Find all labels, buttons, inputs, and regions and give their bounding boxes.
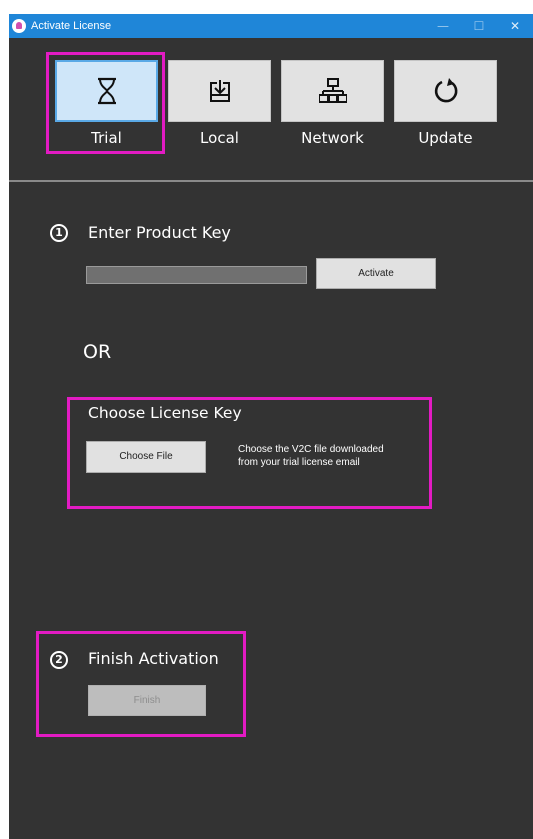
finish-button[interactable]: Finish <box>88 685 206 716</box>
refresh-icon <box>434 78 457 103</box>
license-file-hint-line-2: from your trial license email <box>238 457 360 468</box>
tab-local-label: Local <box>200 129 239 147</box>
activate-license-window: Activate License — ☐ ✕ Trial Local Netwo… <box>9 14 533 839</box>
tab-update[interactable]: Update <box>394 60 497 168</box>
tab-update-label: Update <box>418 129 473 147</box>
window-title: Activate License <box>31 20 112 32</box>
title-bar[interactable]: Activate License — ☐ ✕ <box>9 14 533 38</box>
license-type-tabs: Trial Local Network Update <box>9 38 533 180</box>
download-to-tray-icon <box>209 80 230 102</box>
network-icon <box>318 78 347 103</box>
tab-trial[interactable]: Trial <box>55 60 158 168</box>
tab-trial-label: Trial <box>91 129 122 147</box>
tab-local[interactable]: Local <box>168 60 271 168</box>
product-key-input[interactable] <box>86 266 307 284</box>
step-2-badge: 2 <box>50 651 68 669</box>
tab-network-label: Network <box>301 129 364 147</box>
step-1-badge: 1 <box>50 224 68 242</box>
finish-activation-heading: Finish Activation <box>88 649 219 668</box>
tab-local-icon-box[interactable] <box>168 60 271 122</box>
choose-file-button[interactable]: Choose File <box>86 441 206 473</box>
app-logo-icon <box>12 19 26 33</box>
activate-button[interactable]: Activate <box>316 258 436 289</box>
close-button[interactable]: ✕ <box>497 14 533 38</box>
tab-trial-icon-box[interactable] <box>55 60 158 122</box>
enter-product-key-heading: Enter Product Key <box>88 223 231 242</box>
choose-license-key-heading: Choose License Key <box>88 404 242 422</box>
or-separator-label: OR <box>83 341 112 363</box>
tab-network[interactable]: Network <box>281 60 384 168</box>
hourglass-icon <box>97 77 116 105</box>
tab-update-icon-box[interactable] <box>394 60 497 122</box>
maximize-button[interactable]: ☐ <box>461 14 497 38</box>
tabs-divider <box>9 180 533 182</box>
tab-network-icon-box[interactable] <box>281 60 384 122</box>
license-file-hint: Choose the V2C file downloaded from your… <box>238 443 438 469</box>
minimize-button[interactable]: — <box>425 14 461 38</box>
license-file-hint-line-1: Choose the V2C file downloaded <box>238 444 384 455</box>
